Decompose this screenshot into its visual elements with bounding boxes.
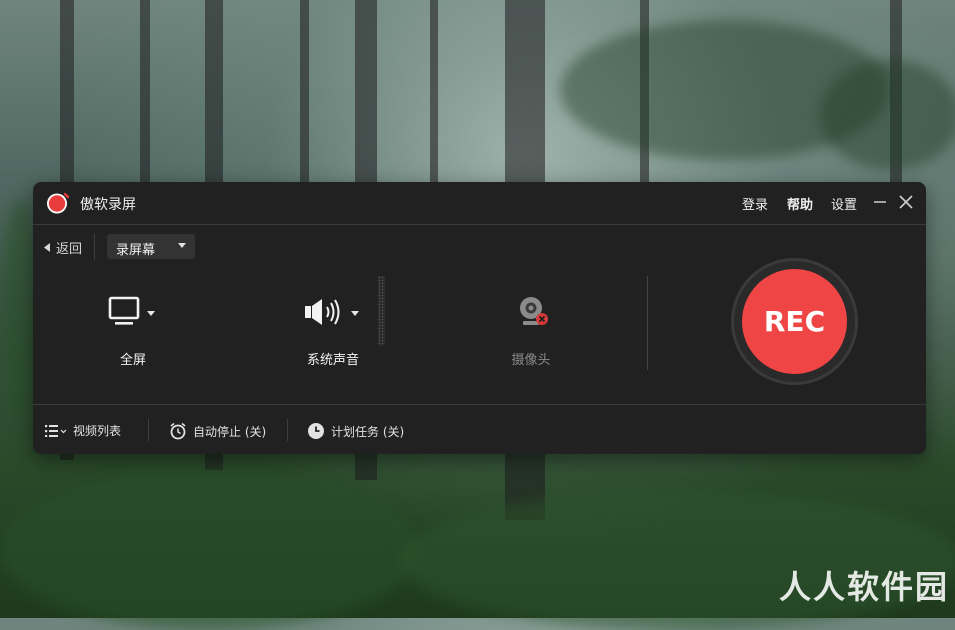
clock-icon (308, 423, 324, 439)
minimize-icon[interactable] (871, 193, 889, 211)
screen-area-selector[interactable]: 全屏 (83, 272, 183, 382)
divider (647, 276, 648, 370)
chevron-down-icon (351, 311, 359, 316)
webcam-label: 摄像头 (511, 353, 551, 368)
settings-link[interactable]: 设置 (831, 194, 857, 213)
record-button-label: REC (763, 305, 826, 338)
background-foliage (0, 470, 420, 630)
mode-dropdown-value: 录屏幕 (116, 243, 156, 258)
bottom-toolbar: 视频列表 自动停止 (关) 计划任务 (关) (33, 404, 926, 455)
list-icon (45, 424, 67, 437)
chevron-down-icon (178, 243, 186, 248)
back-label: 返回 (56, 242, 83, 257)
webcam-icon (520, 297, 548, 325)
chevron-down-icon (147, 311, 155, 316)
back-button[interactable]: 返回 (44, 238, 82, 257)
close-icon[interactable] (897, 193, 915, 211)
video-list-button[interactable]: 视频列表 (45, 422, 121, 439)
record-button[interactable]: REC (742, 269, 847, 374)
schedule-task-label: 计划任务 (关) (331, 424, 405, 439)
webcam-toggle[interactable]: 摄像头 (481, 272, 581, 382)
system-audio-label: 系统声音 (306, 353, 359, 368)
watermark: 人人软件园 (778, 568, 949, 606)
app-title: 傲软录屏 (80, 197, 136, 213)
alarm-clock-icon (170, 422, 186, 440)
video-list-label: 视频列表 (73, 424, 122, 438)
monitor-icon (108, 296, 140, 325)
system-audio-selector[interactable]: 系统声音 (283, 272, 383, 382)
back-arrow-icon (44, 243, 50, 252)
audio-level-meter (378, 276, 385, 346)
divider (94, 234, 95, 260)
help-link[interactable]: 帮助 (787, 194, 813, 213)
speaker-icon (305, 299, 340, 325)
background-foliage (400, 490, 955, 630)
title-bar: 傲软录屏 登录 帮助 设置 (33, 182, 926, 225)
schedule-task-button[interactable]: 计划任务 (关) (307, 422, 404, 440)
login-link[interactable]: 登录 (742, 194, 768, 213)
app-logo-icon (47, 192, 70, 214)
auto-stop-label: 自动停止 (关) (193, 424, 267, 439)
app-window: 傲软录屏 登录 帮助 设置 返回 录屏幕 全屏 系统声音 摄像头 REC 视频列… (33, 182, 926, 454)
auto-stop-button[interactable]: 自动停止 (关) (169, 422, 266, 440)
mode-dropdown[interactable]: 录屏幕 (107, 234, 195, 259)
divider (148, 419, 149, 441)
screen-area-label: 全屏 (119, 353, 146, 368)
divider (287, 419, 288, 441)
background-foliage (820, 60, 955, 170)
